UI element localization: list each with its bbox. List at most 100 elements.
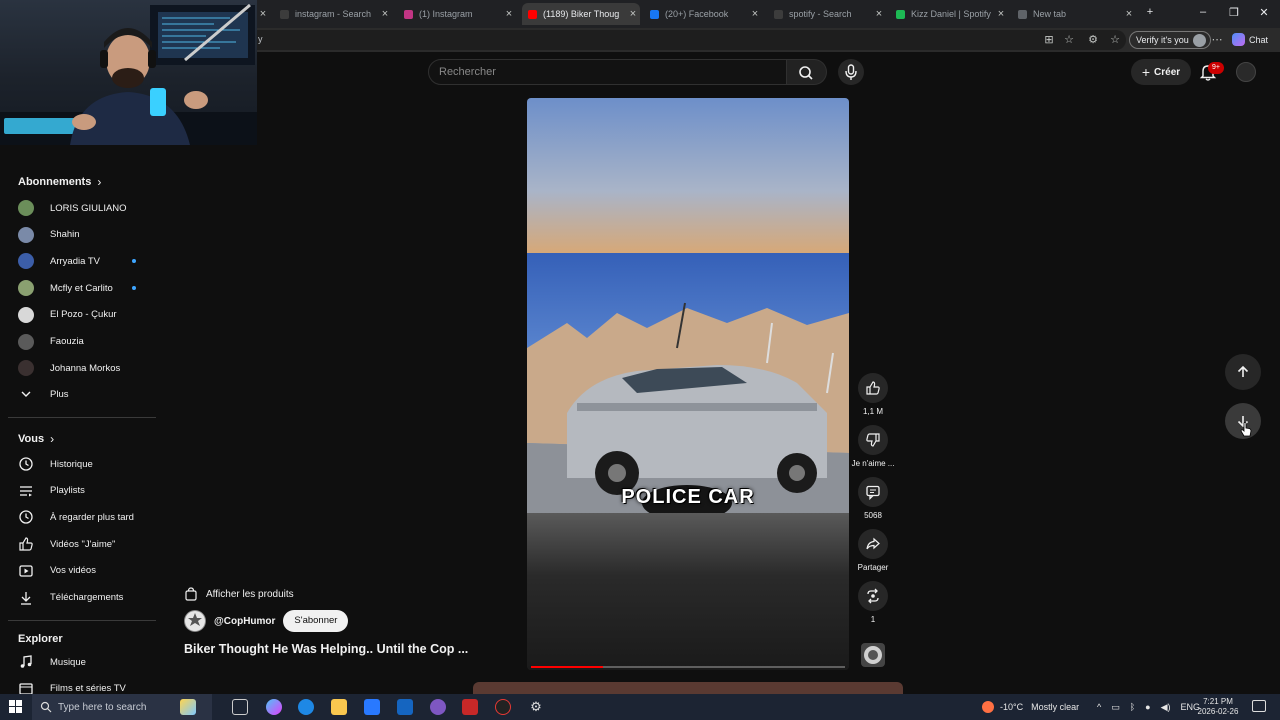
channel-badge-thumbnail[interactable] bbox=[861, 643, 885, 667]
short-action: 5068 bbox=[853, 477, 893, 520]
sidebar-more-button[interactable]: Plus bbox=[8, 381, 154, 407]
thumb-up-icon bbox=[18, 536, 34, 552]
create-button[interactable]: + Créer bbox=[1131, 59, 1191, 85]
tab-close-icon[interactable]: × bbox=[994, 8, 1008, 20]
previous-short-button[interactable] bbox=[1225, 354, 1261, 390]
minimize-button[interactable]: – bbox=[1193, 6, 1213, 18]
close-window-button[interactable]: ✕ bbox=[1254, 6, 1274, 19]
store-app-icon[interactable] bbox=[364, 699, 380, 715]
notification-center-icon[interactable] bbox=[1252, 700, 1266, 712]
short-title[interactable]: Biker Thought He Was Helping.. Until the… bbox=[184, 642, 468, 656]
tab-close-icon[interactable]: × bbox=[626, 8, 640, 20]
show-products-button[interactable]: Afficher les produits bbox=[184, 583, 294, 605]
subscription-item[interactable]: El Pozo - Çukur bbox=[8, 302, 154, 328]
tab-title: (1) Instagram bbox=[419, 9, 473, 19]
subscription-item[interactable]: Arryadia TV bbox=[8, 248, 154, 274]
subscription-item[interactable]: Johanna Morkos bbox=[8, 355, 154, 381]
voice-search-button[interactable] bbox=[838, 59, 864, 85]
address-bar[interactable]: y bbox=[246, 30, 1126, 50]
clock[interactable]: 7:21 PM 2026-02-26 bbox=[1193, 697, 1243, 717]
chevron-up-icon[interactable]: ^ bbox=[1097, 702, 1101, 712]
copilot-app-icon[interactable] bbox=[266, 699, 282, 715]
sidebar-item-you[interactable]: Historique bbox=[8, 451, 154, 477]
tab-favicon-icon bbox=[896, 9, 905, 19]
remix-button[interactable] bbox=[858, 581, 888, 611]
browser-tab[interactable]: spotify - Search × bbox=[768, 3, 886, 25]
show-products-label: Afficher les produits bbox=[206, 588, 294, 600]
subscriptions-header[interactable]: Abonnements › bbox=[18, 175, 101, 189]
new-tab-button[interactable]: + bbox=[1140, 6, 1160, 18]
maximize-button[interactable]: ❐ bbox=[1224, 6, 1244, 19]
tab-close-icon[interactable]: × bbox=[872, 8, 886, 20]
sidebar-more-label: Plus bbox=[50, 388, 69, 400]
sidebar-item-you[interactable]: Vos vidéos bbox=[8, 558, 154, 584]
video-progress-bar[interactable] bbox=[531, 666, 845, 668]
tab-close-icon[interactable]: × bbox=[378, 8, 392, 20]
share-button[interactable] bbox=[858, 529, 888, 559]
file-explorer-icon[interactable] bbox=[331, 699, 347, 715]
tab-close-icon[interactable]: × bbox=[502, 8, 516, 20]
messenger-app-icon[interactable] bbox=[430, 699, 446, 715]
browser-tab[interactable]: (1) Instagram × bbox=[398, 3, 516, 25]
search-input[interactable]: Rechercher bbox=[428, 59, 787, 85]
microphone-tray-icon[interactable]: ● bbox=[1145, 702, 1150, 712]
recorder-app-icon[interactable] bbox=[495, 699, 511, 715]
verify-profile-button[interactable]: Verify it's you bbox=[1129, 31, 1211, 49]
voicemeeter-app-icon[interactable] bbox=[462, 699, 478, 715]
chevron-down-icon bbox=[18, 386, 34, 402]
more-menu-icon[interactable]: ⋯ bbox=[1210, 33, 1224, 47]
short-action: 1,1 M bbox=[853, 373, 893, 416]
bluetooth-icon[interactable]: ᛒ bbox=[1130, 702, 1135, 712]
browser-tab[interactable]: instagram - Search × bbox=[274, 3, 392, 25]
comment-icon bbox=[866, 485, 880, 500]
channel-name[interactable]: @CopHumor bbox=[214, 616, 275, 627]
browser-tab[interactable]: Kizz Daniel | Spotify × bbox=[890, 3, 1008, 25]
sparkle-icon[interactable] bbox=[180, 699, 196, 715]
browser-tab[interactable]: (20+) Facebook × bbox=[644, 3, 762, 25]
sidebar-item-you[interactable]: Playlists bbox=[8, 478, 154, 504]
short-video-player[interactable]: POLICE CAR bbox=[527, 98, 849, 670]
dislike-button[interactable] bbox=[858, 425, 888, 455]
star-icon[interactable]: ☆ bbox=[1062, 33, 1076, 47]
apps-icon[interactable]: ⊞ bbox=[1042, 33, 1056, 47]
windows-start-button[interactable] bbox=[9, 700, 23, 719]
sidebar-item-you[interactable]: Vidéos "J'aime" bbox=[8, 531, 154, 557]
search-button[interactable] bbox=[787, 59, 827, 85]
task-view-icon[interactable] bbox=[232, 699, 248, 715]
comment-button[interactable] bbox=[858, 477, 888, 507]
you-header[interactable]: Vous › bbox=[18, 432, 54, 446]
network-icon[interactable]: ▭ bbox=[1111, 702, 1120, 713]
subscription-item[interactable]: LORIS GIULIANO bbox=[8, 195, 154, 221]
outlook-app-icon[interactable] bbox=[397, 699, 413, 715]
account-avatar-button[interactable] bbox=[1236, 62, 1256, 82]
tab-close-icon[interactable]: × bbox=[256, 8, 270, 20]
video-progress-fill bbox=[531, 666, 604, 668]
sidebar-item-you[interactable]: Téléchargements bbox=[8, 585, 154, 611]
short-action: Je n'aime ... bbox=[852, 425, 894, 468]
tab-close-icon[interactable]: × bbox=[1122, 8, 1136, 20]
sidebar-item-explore[interactable]: Musique bbox=[8, 649, 154, 675]
browser-tab[interactable]: (1189) Biker Thoug × bbox=[522, 3, 640, 25]
favorites-icon[interactable]: ☆ bbox=[1108, 33, 1122, 47]
sidebar-item-you-label: Téléchargements bbox=[50, 592, 124, 603]
edge-app-icon[interactable] bbox=[298, 699, 314, 715]
subscription-item[interactable]: Mcfly et Carlito bbox=[8, 275, 154, 301]
chevron-right-icon: › bbox=[97, 175, 102, 189]
channel-avatar[interactable] bbox=[184, 610, 206, 632]
like-button[interactable] bbox=[858, 373, 888, 403]
subscribe-button[interactable]: S'abonner bbox=[283, 610, 349, 632]
subscription-item[interactable]: Shahin bbox=[8, 222, 154, 248]
browser-tab[interactable]: New tab × bbox=[1012, 3, 1136, 25]
explore-header: Explorer bbox=[18, 633, 63, 645]
weather-widget[interactable]: -10°C Mostly clear bbox=[982, 694, 1079, 720]
weather-text: Mostly clear bbox=[1031, 702, 1080, 712]
tab-close-icon[interactable]: × bbox=[748, 8, 762, 20]
extensions-icon[interactable]: ⚙ bbox=[1086, 33, 1100, 47]
copilot-chat-button[interactable]: Chat bbox=[1232, 33, 1268, 46]
subscription-label: Mcfly et Carlito bbox=[50, 282, 113, 294]
sidebar-item-you[interactable]: À regarder plus tard bbox=[8, 504, 154, 530]
new-content-dot bbox=[132, 286, 136, 291]
volume-icon[interactable]: ◀) bbox=[1161, 702, 1171, 713]
subscription-item[interactable]: Faouzia bbox=[8, 329, 154, 355]
settings-gear-icon[interactable]: ⚙ bbox=[528, 699, 544, 715]
